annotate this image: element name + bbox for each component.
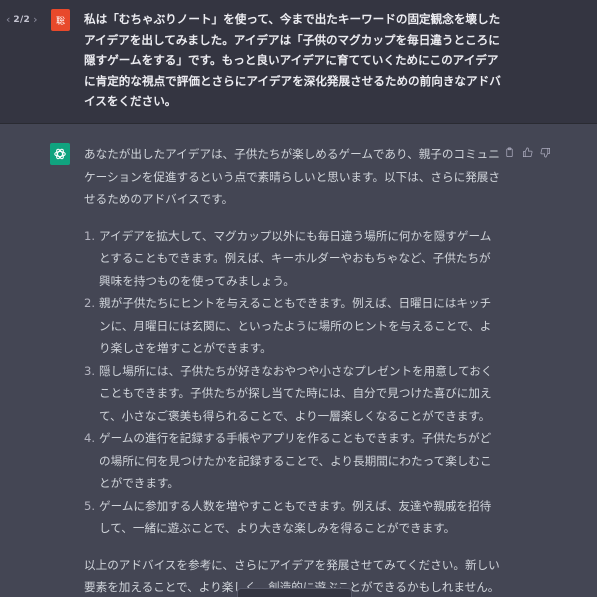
thumbs-up-icon[interactable] bbox=[521, 146, 533, 158]
list-item: 4. ゲームの進行を記録する手帳やアプリを作ることもできます。子供たちがどの場所… bbox=[84, 427, 500, 495]
list-item-text: アイデアを拡大して、マグカップ以外にも毎日違う場所に何かを隠すゲームとすることも… bbox=[99, 228, 492, 288]
list-item-number: 1. bbox=[84, 228, 96, 243]
list-item: 3. 隠し場所には、子供たちが好きなおやつや小さなプレゼントを用意しておくことも… bbox=[84, 360, 500, 428]
assistant-intro: あなたが出したアイデアは、子供たちが楽しめるゲームであり、親子のコミュニケーショ… bbox=[84, 147, 500, 206]
list-item-number: 2. bbox=[84, 296, 96, 310]
list-item: 2. 親が子供たちにヒントを与えることもできます。例えば、日曜日にはキッチンに、… bbox=[84, 292, 500, 360]
list-item-number: 5. bbox=[84, 498, 96, 513]
prev-response-icon[interactable]: ‹ bbox=[6, 13, 10, 26]
user-avatar-text: 聡 bbox=[55, 16, 65, 27]
list-item-text: 親が子供たちにヒントを与えることもできます。例えば、日曜日にはキッチンに、月曜日… bbox=[99, 296, 492, 355]
advice-list: 1. アイデアを拡大して、マグカップ以外にも毎日違う場所に何かを隠すゲームとする… bbox=[84, 225, 500, 540]
list-item-text: 隠し場所には、子供たちが好きなおやつや小さなプレゼントを用意しておくこともできま… bbox=[99, 363, 493, 423]
list-item-number: 3. bbox=[84, 363, 96, 378]
assistant-message: あなたが出したアイデアは、子供たちが楽しめるゲームであり、親子のコミュニケーショ… bbox=[84, 143, 500, 597]
list-item-text: ゲームの進行を記録する手帳やアプリを作ることもできます。子供たちがどの場所に何を… bbox=[99, 431, 492, 490]
message-actions bbox=[503, 146, 551, 158]
user-message-text: 私は「むちゃぶりノート」を使って、今まで出たキーワードの固定観念を壊したアイデア… bbox=[84, 12, 501, 108]
list-item: 1. アイデアを拡大して、マグカップ以外にも毎日違う場所に何かを隠すゲームとする… bbox=[84, 225, 500, 293]
assistant-avatar bbox=[50, 143, 70, 165]
response-pager: ‹ 2/2 › bbox=[6, 13, 38, 26]
list-item-text: ゲームに参加する人数を増やすこともできます。例えば、友達や親戚を招待して、一緒に… bbox=[99, 498, 492, 536]
list-item-number: 4. bbox=[84, 431, 96, 445]
list-item: 5. ゲームに参加する人数を増やすこともできます。例えば、友達や親戚を招待して、… bbox=[84, 495, 500, 540]
next-response-icon[interactable]: › bbox=[33, 13, 37, 26]
user-message-block: ‹ 2/2 › 聡 私は「むちゃぶりノート」を使って、今まで出たキーワードの固定… bbox=[0, 0, 597, 124]
openai-logo-icon bbox=[54, 148, 66, 160]
user-avatar: 聡 bbox=[51, 9, 70, 31]
clipboard-icon[interactable] bbox=[503, 146, 515, 158]
thumbs-down-icon[interactable] bbox=[539, 146, 551, 158]
regenerate-button[interactable] bbox=[237, 588, 352, 597]
response-count: 2/2 bbox=[13, 14, 31, 25]
